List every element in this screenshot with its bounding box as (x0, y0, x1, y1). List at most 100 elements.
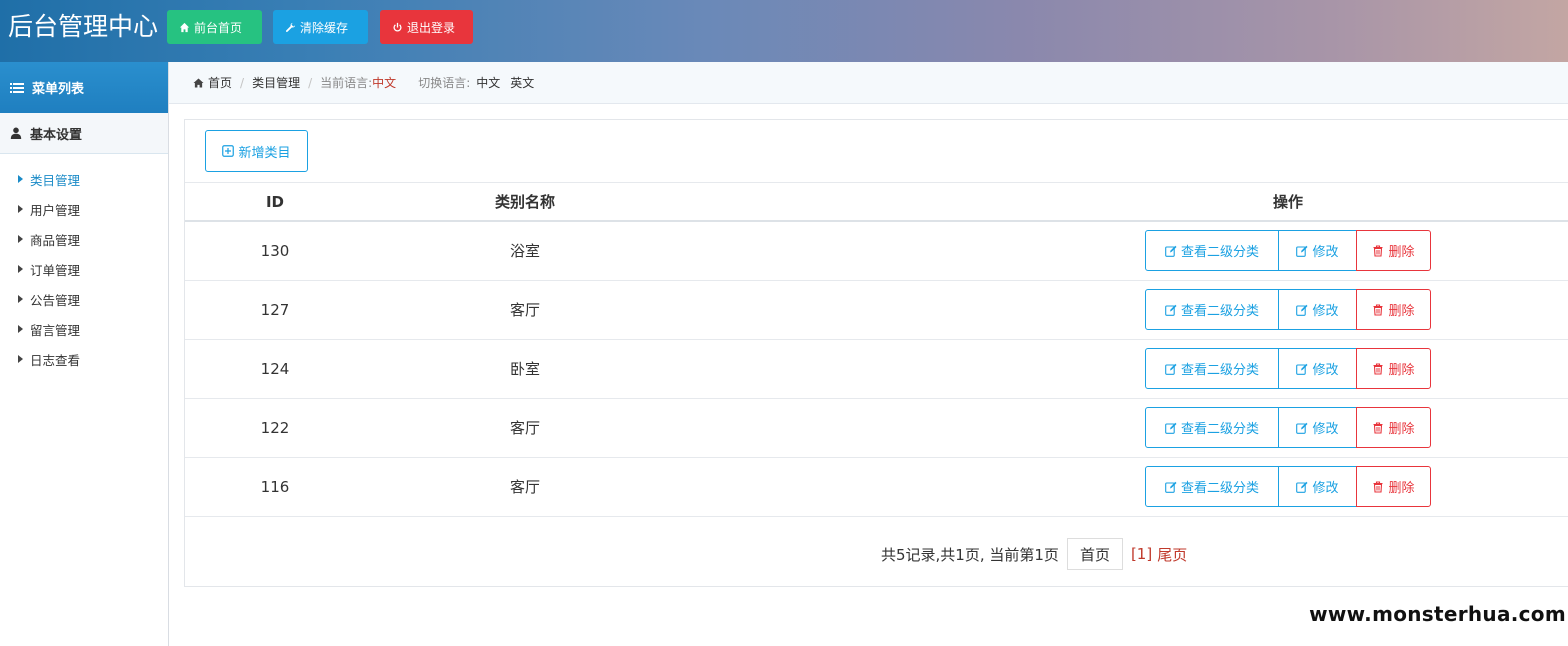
delete-button[interactable]: 删除 (1356, 348, 1431, 389)
sidebar-item-notices[interactable]: 公告管理 (0, 284, 168, 314)
caret-right-icon (18, 265, 23, 273)
watermark: www.monsterhua.com (1303, 598, 1566, 628)
user-icon (10, 127, 22, 139)
view-subcategory-label: 查看二级分类 (1180, 422, 1259, 437)
basic-settings-group[interactable]: 基本设置 (0, 113, 168, 154)
menu-list-title: 菜单列表 (32, 82, 85, 97)
edit-button[interactable]: 修改 (1278, 348, 1357, 389)
home-icon (193, 77, 204, 88)
list-icon (10, 82, 24, 93)
panel-toolbar: 新增类目 (185, 120, 1568, 183)
sidebar-item-label: 商品管理 (30, 232, 81, 248)
trash-icon (1373, 421, 1383, 434)
edit-button[interactable]: 修改 (1278, 466, 1357, 507)
table-header-row: ID 类别名称 操作 (185, 183, 1568, 221)
brand-title: 后台管理中心 (8, 12, 159, 41)
delete-button[interactable]: 删除 (1356, 466, 1431, 507)
edit-button[interactable]: 修改 (1278, 289, 1357, 330)
edit-icon (1296, 363, 1308, 375)
add-category-button[interactable]: 新增类目 (205, 130, 308, 172)
view-subcategory-button[interactable]: 查看二级分类 (1145, 230, 1279, 272)
view-subcategory-label: 查看二级分类 (1180, 245, 1259, 261)
delete-button[interactable]: 删除 (1356, 289, 1431, 330)
caret-right-icon (18, 355, 23, 363)
sidebar-item-users[interactable]: 用户管理 (0, 194, 168, 224)
edit-icon (1165, 422, 1177, 434)
sidebar: 菜单列表 基本设置 类目管理 用户管理 商品管理 订单管理 公告管理 留言管理 … (0, 62, 169, 646)
cell-name: 客厅 (509, 478, 540, 496)
caret-right-icon (18, 325, 23, 333)
edit-button[interactable]: 修改 (1278, 407, 1357, 448)
edit-icon (1296, 481, 1308, 493)
view-subcategory-label: 查看二级分类 (1180, 363, 1259, 378)
column-header-name: 类别名称 (494, 193, 555, 211)
breadcrumb-home[interactable]: 首页 (193, 74, 232, 91)
delete-label: 删除 (1388, 422, 1415, 437)
switch-language-zh[interactable]: 中文 (476, 74, 500, 91)
caret-right-icon (18, 235, 23, 243)
breadcrumb-current[interactable]: 类目管理 (252, 74, 300, 91)
trash-icon (1373, 480, 1383, 493)
category-panel: 新增类目 ID 类别名称 操作 130 浴室 查看二级分类 修改 删除 127 … (184, 119, 1568, 587)
current-page-indicator: [1] (1130, 545, 1153, 563)
top-header: 后台管理中心 前台首页 清除缓存 退出登录 (0, 0, 1568, 62)
switch-language-label: 切换语言: (418, 76, 471, 90)
sidebar-item-products[interactable]: 商品管理 (0, 224, 168, 254)
logout-button[interactable]: 退出登录 (380, 10, 473, 44)
first-page-button[interactable]: 首页 (1066, 538, 1123, 570)
view-subcategory-button[interactable]: 查看二级分类 (1145, 407, 1279, 448)
breadcrumb: 首页 / 类目管理 / 当前语言: 中文 切换语言: 中文 英文 (169, 62, 1568, 104)
edit-icon (1165, 245, 1177, 257)
add-category-label: 新增类目 (238, 145, 291, 161)
row-action-group: 查看二级分类 修改 删除 (1145, 407, 1431, 448)
caret-right-icon (18, 175, 23, 183)
delete-label: 删除 (1388, 304, 1415, 319)
sidebar-item-label: 类目管理 (30, 172, 81, 188)
sidebar-item-logs[interactable]: 日志查看 (0, 344, 168, 374)
delete-button[interactable]: 删除 (1356, 230, 1431, 272)
wrench-icon (286, 22, 296, 32)
last-page-link[interactable]: 尾页 (1157, 544, 1187, 565)
view-subcategory-button[interactable]: 查看二级分类 (1145, 289, 1279, 330)
switch-language-en[interactable]: 英文 (510, 74, 534, 91)
sidebar-item-label: 用户管理 (30, 202, 81, 218)
row-action-group: 查看二级分类 修改 删除 (1145, 289, 1431, 330)
sidebar-item-label: 订单管理 (30, 262, 81, 278)
cell-id: 127 (260, 300, 290, 319)
home-icon (179, 22, 190, 32)
cell-id: 116 (260, 477, 290, 496)
delete-button[interactable]: 删除 (1356, 407, 1431, 448)
view-subcategory-button[interactable]: 查看二级分类 (1145, 348, 1279, 389)
breadcrumb-separator: / (308, 75, 313, 90)
cell-name: 浴室 (509, 242, 540, 261)
clear-cache-button[interactable]: 清除缓存 (273, 10, 368, 44)
cell-operations: 查看二级分类 修改 删除 (685, 280, 1568, 339)
breadcrumb-home-label: 首页 (208, 76, 233, 90)
sidebar-item-category[interactable]: 类目管理 (0, 164, 168, 194)
edit-icon (1165, 363, 1177, 375)
cell-id: 130 (260, 241, 290, 260)
edit-button[interactable]: 修改 (1278, 230, 1357, 272)
sidebar-menu: 类目管理 用户管理 商品管理 订单管理 公告管理 留言管理 日志查看 (0, 154, 168, 374)
plus-square-icon (222, 145, 235, 157)
sidebar-item-orders[interactable]: 订单管理 (0, 254, 168, 284)
home-button[interactable]: 前台首页 (167, 10, 262, 44)
table-row: 116 客厅 查看二级分类 修改 删除 (185, 457, 1568, 516)
view-subcategory-button[interactable]: 查看二级分类 (1145, 466, 1279, 507)
pagination: 共5记录,共1页, 当前第1页 首页 [1] 尾页 (185, 534, 1568, 574)
cell-id: 124 (260, 359, 290, 378)
view-subcategory-label: 查看二级分类 (1180, 481, 1259, 496)
delete-label: 删除 (1388, 481, 1415, 496)
cell-name: 客厅 (509, 301, 540, 319)
row-action-group: 查看二级分类 修改 删除 (1145, 230, 1431, 272)
sidebar-item-messages[interactable]: 留言管理 (0, 314, 168, 344)
cell-operations: 查看二级分类 修改 删除 (685, 398, 1568, 457)
table-row: 124 卧室 查看二级分类 修改 删除 (185, 339, 1568, 398)
edit-icon (1165, 304, 1177, 316)
edit-label: 修改 (1312, 304, 1339, 319)
row-action-group: 查看二级分类 修改 删除 (1145, 466, 1431, 507)
sidebar-item-label: 公告管理 (30, 292, 81, 308)
caret-right-icon (18, 205, 23, 213)
row-action-group: 查看二级分类 修改 删除 (1145, 348, 1431, 389)
sidebar-item-label: 留言管理 (30, 322, 81, 338)
